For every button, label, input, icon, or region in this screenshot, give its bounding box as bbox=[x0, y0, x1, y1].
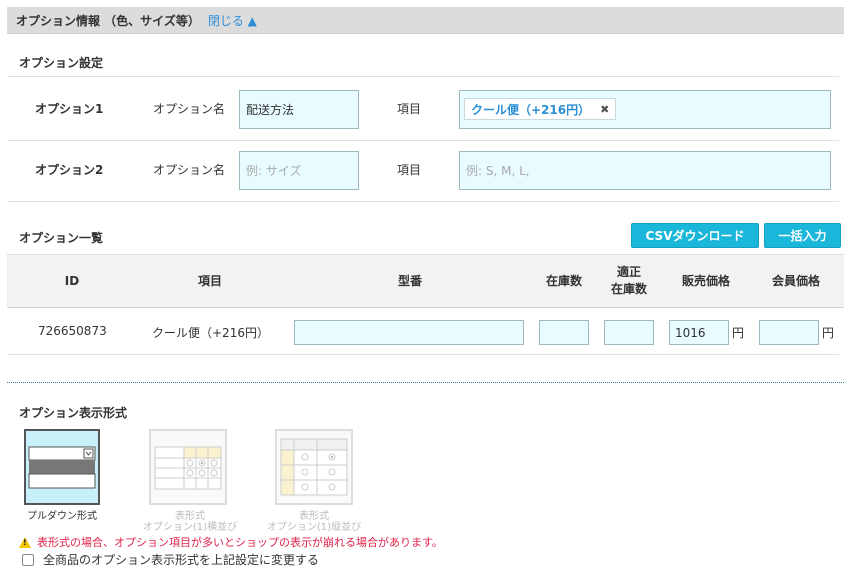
display-format-title: オプション表示形式 bbox=[19, 406, 128, 420]
bulk-input-button[interactable]: 一括入力 bbox=[764, 223, 841, 248]
table-horizontal-preview-icon bbox=[154, 446, 222, 490]
option-2-name-placeholder: 例: サイズ bbox=[246, 164, 302, 178]
format-pulldown-caption: プルダウン形式 bbox=[27, 511, 97, 522]
price-unit: 円 bbox=[732, 326, 745, 340]
table-vertical-preview-icon bbox=[280, 438, 348, 496]
divider bbox=[7, 140, 839, 141]
format-pulldown-option[interactable] bbox=[24, 429, 100, 505]
option-list-title: オプション一覧 bbox=[19, 231, 104, 245]
section-separator bbox=[7, 382, 844, 383]
option-1-label: オプション1 bbox=[35, 102, 104, 116]
format-table-vertical-caption-2: オプション(1)縦並び bbox=[266, 522, 362, 533]
stock-input[interactable] bbox=[539, 320, 589, 345]
option-1-name-input[interactable]: 配送方法 bbox=[239, 90, 359, 129]
col-price: 販売価格 bbox=[681, 274, 730, 288]
member-price-input[interactable] bbox=[759, 320, 819, 345]
apply-all-row: 全商品のオプション表示形式を上記設定に変更する bbox=[22, 551, 319, 568]
option-1-item-tag: クール便（+216円） ✖ bbox=[464, 98, 617, 120]
model-number-input[interactable] bbox=[294, 320, 524, 345]
close-link[interactable]: 閉じる ▲ bbox=[208, 12, 257, 29]
option-1-item-tag-label: クール便（+216円） bbox=[471, 102, 591, 117]
format-table-horizontal-caption-2: オプション(1)横並び bbox=[142, 522, 238, 533]
option-2-items-placeholder: 例: S, M, L, bbox=[466, 164, 530, 178]
divider bbox=[7, 76, 839, 77]
proper-stock-input[interactable] bbox=[604, 320, 654, 345]
option-info-header: オプション情報 （色、サイズ等） 閉じる ▲ bbox=[7, 7, 844, 34]
option-2-items-label: 項目 bbox=[397, 163, 422, 177]
pulldown-preview-icon bbox=[28, 446, 96, 489]
warning-text: 表形式の場合、オプション項目が多いとショップの表示が崩れる場合があります。 bbox=[37, 536, 443, 549]
apply-all-label[interactable]: 全商品のオプション表示形式を上記設定に変更する bbox=[43, 551, 319, 568]
format-table-horizontal-option[interactable] bbox=[149, 429, 227, 505]
col-id: ID bbox=[64, 274, 80, 288]
col-proper-stock-2: 在庫数 bbox=[610, 282, 647, 296]
table-format-warning: ! 表形式の場合、オプション項目が多いとショップの表示が崩れる場合があります。 bbox=[19, 534, 443, 550]
warning-icon: ! bbox=[19, 536, 31, 548]
option-1-items-label: 項目 bbox=[397, 102, 422, 116]
option-1-name-value: 配送方法 bbox=[246, 103, 295, 117]
format-table-horizontal-caption-1: 表形式 bbox=[175, 511, 205, 522]
format-table-vertical-caption-1: 表形式 bbox=[299, 511, 329, 522]
remove-tag-icon[interactable]: ✖ bbox=[600, 103, 609, 116]
option-info-title: オプション情報 （色、サイズ等） bbox=[16, 13, 200, 28]
apply-all-checkbox[interactable] bbox=[22, 553, 34, 566]
option-2-name-label: オプション名 bbox=[153, 163, 226, 177]
col-item: 項目 bbox=[197, 274, 222, 288]
csv-download-button[interactable]: CSVダウンロード bbox=[631, 223, 759, 248]
row-item: クール便（+216円） bbox=[152, 326, 269, 340]
format-table-vertical-option[interactable] bbox=[275, 429, 353, 505]
price-value: 1016 bbox=[675, 325, 706, 340]
col-member-price: 会員価格 bbox=[771, 274, 820, 288]
col-stock: 在庫数 bbox=[545, 274, 582, 288]
option-2-name-input[interactable]: 例: サイズ bbox=[239, 151, 359, 190]
option-1-name-label: オプション名 bbox=[153, 102, 226, 116]
col-proper-stock-1: 適正 bbox=[616, 265, 641, 279]
price-input[interactable]: 1016 bbox=[669, 320, 729, 345]
option-2-label: オプション2 bbox=[35, 163, 104, 177]
divider bbox=[7, 354, 839, 355]
row-id: 726650873 bbox=[38, 324, 107, 338]
col-model: 型番 bbox=[397, 274, 422, 288]
option-2-items-input[interactable]: 例: S, M, L, bbox=[459, 151, 831, 190]
member-price-unit: 円 bbox=[822, 326, 835, 340]
option-settings-title: オプション設定 bbox=[19, 56, 104, 70]
divider bbox=[7, 201, 839, 202]
